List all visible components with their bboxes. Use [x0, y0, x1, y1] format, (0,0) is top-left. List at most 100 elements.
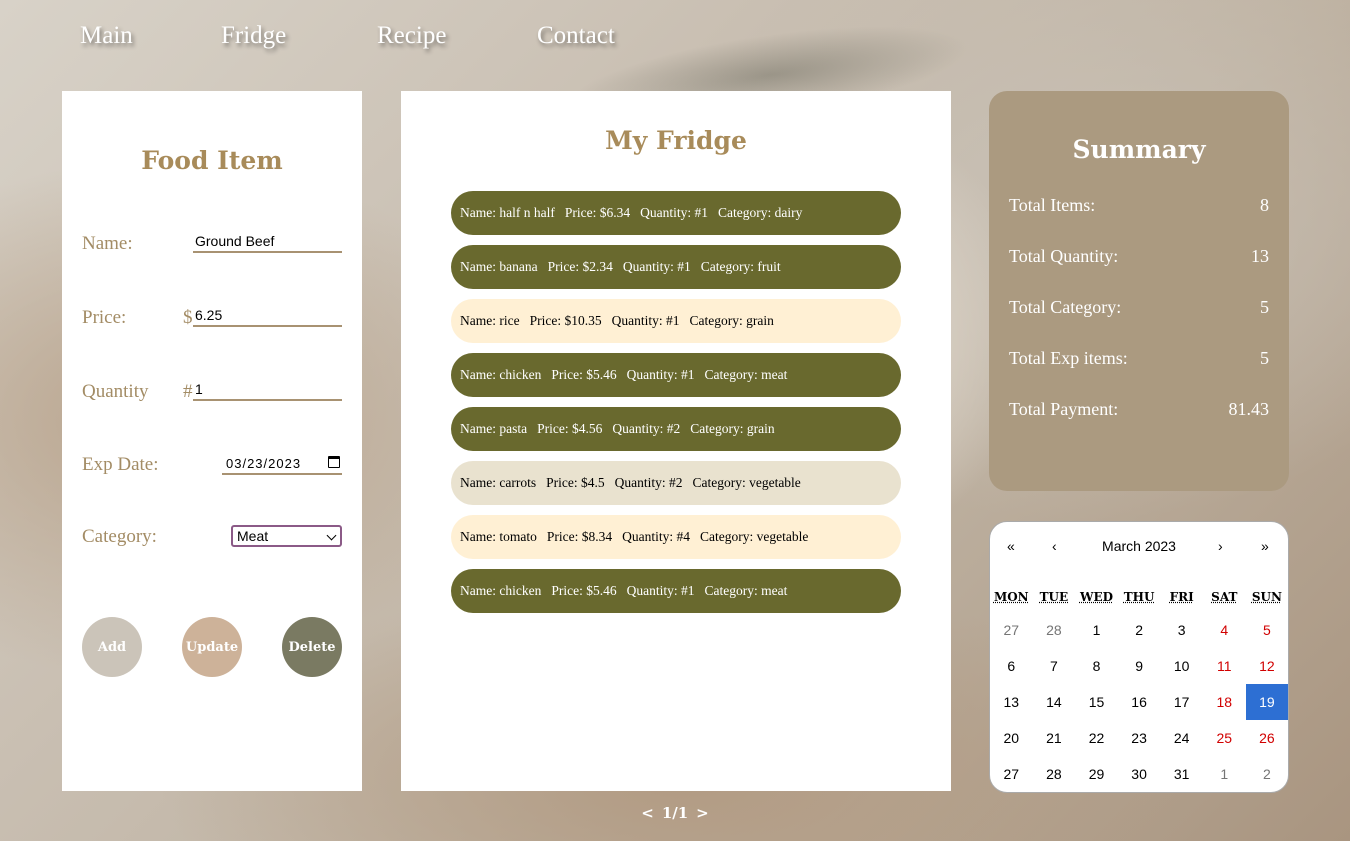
- category-label: Category:: [82, 526, 157, 547]
- calendar-day[interactable]: 23: [1118, 720, 1161, 756]
- calendar-day[interactable]: 22: [1075, 720, 1118, 756]
- item-category: Category: grain: [689, 313, 774, 328]
- summary-value: 81.43: [1228, 399, 1270, 419]
- summary-row: Total Quantity: 13: [1009, 246, 1269, 267]
- update-button[interactable]: Update: [182, 617, 242, 677]
- calendar-day[interactable]: 10: [1160, 648, 1203, 684]
- summary-row: Total Category: 5: [1009, 297, 1269, 318]
- summary-value: 5: [1260, 348, 1269, 368]
- calendar-day[interactable]: 1: [1075, 612, 1118, 648]
- next-page-button[interactable]: >: [696, 804, 709, 822]
- summary-label: Total Exp items:: [1009, 348, 1128, 368]
- calendar-day[interactable]: 25: [1203, 720, 1246, 756]
- calendar-day[interactable]: 28: [1033, 756, 1076, 792]
- fridge-item-row[interactable]: Name: banana Price: $2.34 Quantity: #1 Cate…: [451, 245, 901, 289]
- prev-page-button[interactable]: <: [641, 804, 654, 822]
- calendar-day[interactable]: 3: [1160, 612, 1203, 648]
- item-quantity: Quantity: #2: [612, 421, 681, 436]
- item-name: Name: carrots: [460, 475, 537, 490]
- summary-row: Total Items: 8: [1009, 195, 1269, 216]
- item-quantity: Quantity: #1: [626, 367, 695, 382]
- item-name: Name: half n half: [460, 205, 555, 220]
- calendar-icon[interactable]: [328, 456, 340, 468]
- nav-main[interactable]: Main: [80, 22, 133, 50]
- item-quantity: Quantity: #2: [614, 475, 683, 490]
- chevron-down-icon: [326, 530, 337, 541]
- delete-button[interactable]: Delete: [282, 617, 342, 677]
- add-button[interactable]: Add: [82, 617, 142, 677]
- calendar-day[interactable]: 1: [1203, 756, 1246, 792]
- food-item-title: Food Item: [141, 146, 283, 175]
- item-quantity: Quantity: #1: [626, 583, 695, 598]
- calendar-day[interactable]: 19: [1245, 684, 1288, 720]
- calendar-day[interactable]: 26: [1246, 720, 1288, 756]
- fridge-item-row[interactable]: Name: tomato Price: $8.34 Quantity: #4 Cate…: [451, 515, 901, 559]
- quantity-input[interactable]: [193, 379, 342, 401]
- calendar-day[interactable]: 11: [1203, 648, 1246, 684]
- calendar-day[interactable]: 29: [1075, 756, 1118, 792]
- item-quantity: Quantity: #1: [622, 259, 691, 274]
- nav-contact[interactable]: Contact: [537, 22, 615, 50]
- fridge-item-row[interactable]: Name: chicken Price: $5.46 Quantity: #1 Cat…: [451, 569, 901, 613]
- weekday-header: SAT: [1211, 590, 1238, 604]
- calendar-day[interactable]: 27: [990, 756, 1033, 792]
- price-input[interactable]: [193, 305, 342, 327]
- fridge-item-row[interactable]: Name: rice Price: $10.35 Quantity: #1 Categ…: [451, 299, 901, 343]
- calendar-day[interactable]: 7: [1033, 648, 1076, 684]
- calendar-day[interactable]: 9: [1118, 648, 1161, 684]
- next-year-button[interactable]: »: [1261, 538, 1269, 554]
- calendar-day[interactable]: 17: [1160, 684, 1203, 720]
- calendar-day[interactable]: 5: [1246, 612, 1288, 648]
- nav-fridge[interactable]: Fridge: [221, 22, 286, 50]
- exp-date-input[interactable]: 03/23/2023: [222, 453, 342, 475]
- price-prefix: $: [183, 307, 193, 328]
- summary-value: 13: [1251, 246, 1269, 266]
- summary-value: 8: [1260, 195, 1269, 215]
- my-fridge-panel: My Fridge Name: half n half Price: $6.34 Q…: [401, 91, 951, 791]
- item-price: Price: $4.56: [537, 421, 603, 436]
- item-category: Category: meat: [704, 367, 788, 382]
- item-quantity: Quantity: #1: [611, 313, 680, 328]
- calendar-day[interactable]: 24: [1160, 720, 1203, 756]
- calendar-day[interactable]: 8: [1075, 648, 1118, 684]
- calendar-day[interactable]: 12: [1246, 648, 1288, 684]
- calendar-day[interactable]: 20: [990, 720, 1033, 756]
- calendar-day[interactable]: 28: [1033, 612, 1076, 648]
- fridge-item-row[interactable]: Name: carrots Price: $4.5 Quantity: #2 Cate…: [451, 461, 901, 505]
- name-input[interactable]: [193, 231, 342, 253]
- item-price: Price: $10.35: [529, 313, 602, 328]
- calendar-day[interactable]: 15: [1075, 684, 1118, 720]
- calendar-day[interactable]: 21: [1033, 720, 1076, 756]
- summary-panel: Summary Total Items: 8 Total Quantity: 13 To…: [989, 91, 1289, 491]
- calendar-day[interactable]: 2: [1246, 756, 1288, 792]
- calendar-day[interactable]: 4: [1203, 612, 1246, 648]
- calendar-widget: « ‹ March 2023 › » MON TUE WED THU FRI SAT SUN…: [989, 521, 1289, 793]
- item-price: Price: $6.34: [564, 205, 631, 220]
- summary-label: Total Items:: [1009, 195, 1096, 215]
- item-price: Price: $2.34: [547, 259, 613, 274]
- calendar-day[interactable]: 30: [1118, 756, 1161, 792]
- item-category: Category: dairy: [717, 205, 803, 220]
- item-category: Category: vegetable: [692, 475, 801, 490]
- calendar-day[interactable]: 6: [990, 648, 1033, 684]
- calendar-day[interactable]: 16: [1118, 684, 1161, 720]
- calendar-day[interactable]: 13: [990, 684, 1033, 720]
- calendar-day[interactable]: 18: [1203, 684, 1246, 720]
- item-price: Price: $8.34: [546, 529, 613, 544]
- calendar-day[interactable]: 14: [1033, 684, 1076, 720]
- item-quantity: Quantity: #4: [622, 529, 690, 544]
- fridge-item-row[interactable]: Name: pasta Price: $4.56 Quantity: #2 Categ…: [451, 407, 901, 451]
- summary-label: Total Category:: [1009, 297, 1122, 317]
- calendar-day[interactable]: 2: [1118, 612, 1161, 648]
- calendar-day[interactable]: 27: [990, 612, 1033, 648]
- item-category: Category: meat: [704, 583, 788, 598]
- category-select[interactable]: Meat: [231, 525, 342, 547]
- pagination: <1/1 >: [0, 804, 1350, 822]
- exp-date-label: Exp Date:: [82, 454, 159, 475]
- fridge-item-row[interactable]: Name: half n half Price: $6.34 Quantity: #…: [451, 191, 901, 235]
- next-month-button[interactable]: ›: [1218, 538, 1223, 554]
- nav-recipe[interactable]: Recipe: [377, 22, 446, 50]
- calendar-day[interactable]: 31: [1160, 756, 1203, 792]
- fridge-item-row[interactable]: Name: chicken Price: $5.46 Quantity: #1 Cat…: [451, 353, 901, 397]
- calendar-month-label[interactable]: March 2023: [990, 538, 1288, 554]
